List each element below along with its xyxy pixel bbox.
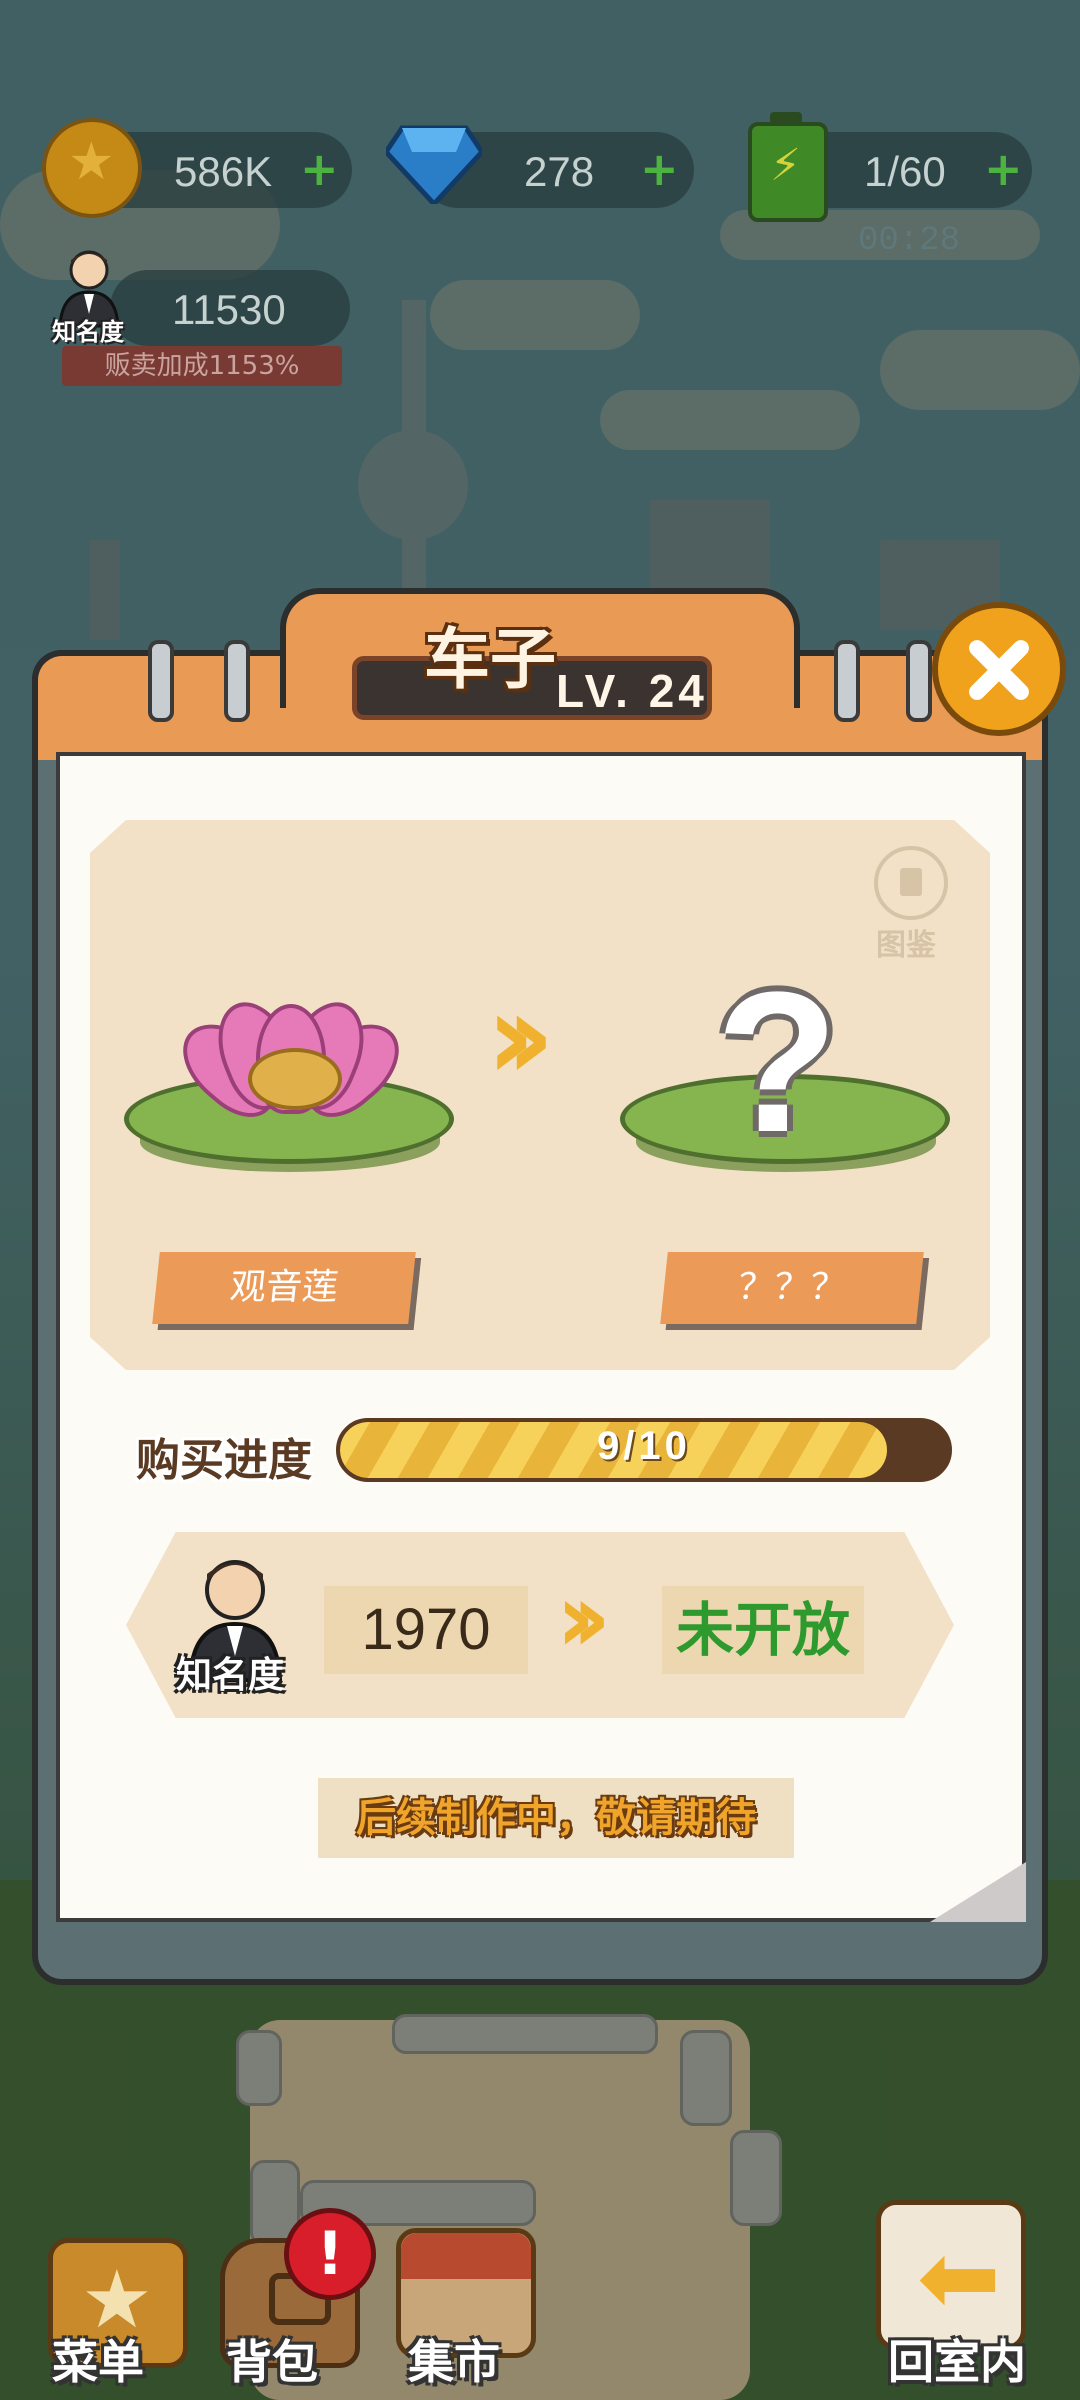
next-item-name: ？？？ (660, 1252, 924, 1324)
double-chevron-right-icon: ›› (486, 968, 555, 1107)
binder-ring (834, 640, 860, 722)
diamond-icon (386, 125, 482, 204)
paper-fold (930, 1862, 1026, 1922)
encyclopedia-label[interactable]: 图鉴 (876, 920, 936, 964)
lotus-icon (248, 1048, 342, 1110)
coming-soon-banner: 后续制作中，敬请期待 (318, 1778, 794, 1858)
add-coins-button[interactable]: + (300, 142, 339, 196)
question-mark-icon: ? (716, 951, 839, 1174)
binder-ring (906, 640, 932, 722)
add-gems-button[interactable]: + (640, 142, 679, 196)
fame-required: 1970 (324, 1586, 528, 1674)
nav-menu-label[interactable]: 菜单 (52, 2326, 144, 2392)
nav-backpack-label[interactable]: 背包 (226, 2326, 318, 2392)
status-not-open: 未开放 (662, 1586, 864, 1674)
close-button[interactable] (932, 602, 1066, 736)
progress-label: 购买进度 (136, 1435, 312, 1486)
binder-ring (224, 640, 250, 722)
level-text: LV. 24 (556, 665, 708, 717)
energy-value: 1/60 (864, 148, 946, 195)
nav-home-label[interactable]: 回室内 (888, 2326, 1026, 2392)
sales-bonus-banner: 贩卖加成1153% (62, 346, 342, 386)
coin-value: 586K (174, 148, 273, 195)
energy-timer: 00:28 (858, 222, 961, 260)
shop-icon (401, 2233, 531, 2279)
battery-icon: ⚡ (748, 112, 828, 222)
game-screen: 586K + 278 + ⚡ 1/60 + 00:28 知名度 11530 贩卖… (0, 0, 1080, 2400)
book-icon[interactable] (874, 846, 948, 920)
backpack-alert-badge: ! (284, 2208, 376, 2300)
nav-market-label[interactable]: 集市 (408, 2326, 500, 2392)
panel-title: 车子 (424, 621, 556, 698)
progress-text: 9/10 (597, 1424, 691, 1468)
fame-value: 11530 (172, 286, 286, 333)
home-arrow-icon: ⬅ (917, 2219, 1001, 2336)
coin-icon (42, 118, 142, 218)
add-energy-button[interactable]: + (984, 142, 1023, 196)
current-item-name: 观音莲 (152, 1252, 416, 1324)
double-chevron-right-icon: ›› (556, 1562, 611, 1674)
gem-value: 278 (524, 148, 595, 195)
fame-icon-label: 知名度 (52, 318, 124, 346)
binder-ring (148, 640, 174, 722)
fame-label: 知名度 (176, 1655, 285, 1696)
